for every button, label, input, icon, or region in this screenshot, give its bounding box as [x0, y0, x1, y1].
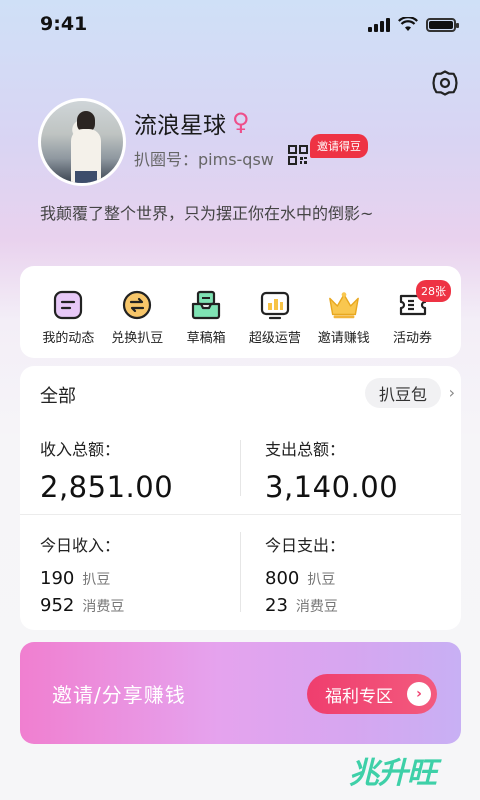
today-expense-row: 800 扒豆	[265, 568, 465, 589]
status-time: 9:41	[40, 13, 88, 35]
invite-badge[interactable]: 邀请得豆	[310, 134, 368, 158]
chevron-right-icon: ›	[448, 383, 455, 402]
cellular-signal-icon	[368, 17, 390, 32]
chart-icon	[258, 288, 292, 322]
today-income-row: 190 扒豆	[40, 568, 240, 589]
today-expense-label: 今日支出：	[265, 536, 346, 555]
menu-item-super-ops[interactable]: 超级运营	[240, 288, 309, 346]
post-icon	[51, 288, 85, 322]
draft-box-icon	[189, 288, 223, 322]
settings-gear-icon[interactable]	[428, 66, 462, 100]
today-income-label: 今日收入：	[40, 536, 121, 555]
today-expense-value: 800	[265, 568, 300, 589]
menu-label: 兑换扒豆	[111, 331, 164, 346]
welfare-zone-label: 福利专区	[325, 686, 393, 707]
today-income-unit: 消费豆	[82, 599, 125, 615]
bean-pack-label: 扒豆包	[378, 385, 427, 404]
expense-total-label: 支出总额：	[265, 440, 346, 459]
exchange-icon	[120, 288, 154, 322]
avatar[interactable]	[38, 98, 126, 186]
coupon-count-badge: 28张	[415, 280, 451, 302]
today-expense-unit: 扒豆	[307, 572, 336, 588]
today-income-value: 952	[40, 595, 75, 616]
quick-menu: 我的动态 兑换扒豆 草稿箱 超级运营 邀请赚钱 活动券 28张	[20, 266, 461, 358]
expense-total-block: 支出总额： 3,140.00	[265, 436, 465, 504]
menu-item-invite-earn[interactable]: 邀请赚钱	[309, 288, 378, 346]
watermark-logo: 兆升旺	[349, 756, 437, 791]
menu-item-my-posts[interactable]: 我的动态	[34, 288, 103, 346]
welfare-zone-button[interactable]: 福利专区 ›	[307, 674, 437, 714]
battery-icon	[426, 17, 459, 32]
menu-label: 邀请赚钱	[317, 331, 370, 346]
income-total-block: 收入总额： 2,851.00	[40, 436, 240, 504]
filter-all-label[interactable]: 全部	[40, 382, 76, 408]
menu-item-exchange-beans[interactable]: 兑换扒豆	[103, 288, 172, 346]
today-income-row: 952 消费豆	[40, 595, 240, 616]
today-expense-value: 23	[265, 595, 288, 616]
bio: 我颠覆了整个世界，只为摆正你在水中的倒影~	[40, 204, 374, 223]
crown-icon	[327, 288, 361, 322]
status-bar: 9:41	[0, 0, 480, 50]
banner-title: 邀请/分享赚钱	[52, 683, 186, 707]
menu-item-coupons[interactable]: 活动券 28张	[378, 280, 451, 346]
menu-item-drafts[interactable]: 草稿箱	[172, 288, 241, 346]
today-expense-unit: 消费豆	[295, 599, 338, 615]
today-expense-block: 今日支出： 800 扒豆 23 消费豆	[265, 532, 465, 616]
divider	[240, 440, 241, 496]
invite-share-banner[interactable]: 邀请/分享赚钱 福利专区 ›	[20, 642, 461, 744]
menu-label: 草稿箱	[186, 331, 226, 346]
username: 流浪星球	[134, 113, 226, 139]
qr-code-icon[interactable]	[288, 145, 308, 165]
menu-label: 我的动态	[42, 331, 95, 346]
today-income-value: 190	[40, 568, 75, 589]
wifi-icon	[398, 17, 418, 31]
today-income-block: 今日收入： 190 扒豆 952 消费豆	[40, 532, 240, 616]
divider	[240, 532, 241, 612]
user-id: 扒圈号：pims-qsw	[134, 150, 274, 169]
today-income-unit: 扒豆	[82, 572, 111, 588]
menu-label: 活动券	[393, 331, 433, 346]
income-total-value: 2,851.00	[40, 470, 174, 504]
status-icons	[368, 17, 459, 32]
female-gender-icon: ♀	[232, 108, 250, 136]
menu-label: 超级运营	[248, 331, 301, 346]
bean-pack-button[interactable]: 扒豆包	[364, 378, 441, 408]
arrow-right-icon: ›	[407, 682, 431, 706]
wallet-stats: 全部 扒豆包 › 收入总额： 2,851.00 支出总额： 3,140.00 今…	[20, 366, 461, 630]
expense-total-value: 3,140.00	[265, 470, 399, 504]
divider	[20, 514, 461, 515]
income-total-label: 收入总额：	[40, 440, 121, 459]
today-expense-row: 23 消费豆	[265, 595, 465, 616]
